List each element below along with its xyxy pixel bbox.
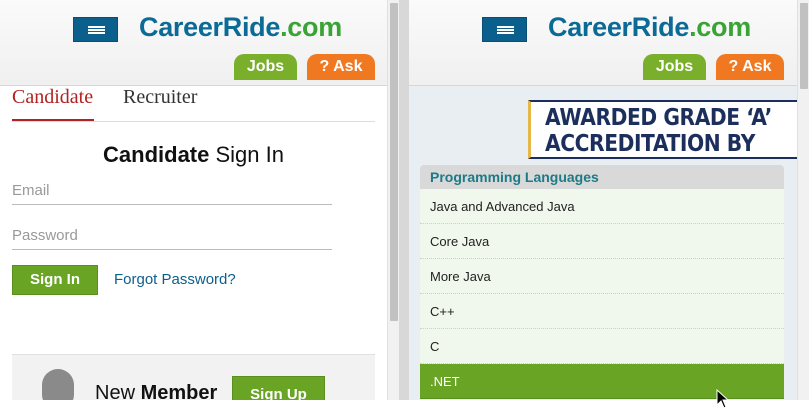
jobs-tab[interactable]: Jobs [643, 54, 706, 80]
ask-tab[interactable]: ? Ask [307, 54, 375, 80]
site-logo[interactable]: CareerRide.com [139, 12, 342, 43]
menu-icon[interactable] [73, 17, 118, 42]
tab-candidate[interactable]: Candidate [12, 86, 95, 121]
list-item[interactable]: Java and Advanced Java [420, 189, 784, 224]
list-item[interactable]: Core Java [420, 224, 784, 259]
panel-heading: Programming Languages [420, 165, 784, 189]
page-title: Candidate Sign In [103, 142, 284, 167]
site-header: CareerRide.com Jobs ? Ask [0, 0, 387, 86]
jobs-tab[interactable]: Jobs [234, 54, 297, 80]
sign-in-button[interactable]: Sign In [12, 265, 98, 295]
ask-tab[interactable]: ? Ask [716, 54, 784, 80]
sign-up-button[interactable]: Sign Up [232, 376, 325, 400]
new-member-label: New Member [95, 382, 218, 400]
accreditation-banner[interactable]: AWARDED GRADE ‘A’ ACCREDITATION BY [528, 100, 797, 159]
mouse-pointer-icon [716, 389, 730, 409]
language-list: Java and Advanced Java Core Java More Java… [420, 189, 784, 399]
left-scrollbar[interactable] [387, 0, 399, 400]
banner-line-2: ACCREDITATION BY [545, 131, 755, 157]
programming-languages-panel: Programming Languages Java and Advanced … [420, 165, 784, 399]
avatar-icon [38, 369, 78, 400]
list-item[interactable]: C++ [420, 294, 784, 329]
email-field[interactable] [12, 176, 332, 205]
candidate-signin-pane: CareerRide.com Jobs ? Ask Candidate Recr… [0, 0, 387, 400]
tab-recruiter[interactable]: Recruiter [123, 86, 197, 121]
menu-icon[interactable] [482, 17, 527, 42]
list-item[interactable]: More Java [420, 259, 784, 294]
list-item[interactable]: C [420, 329, 784, 364]
password-field[interactable] [12, 221, 332, 250]
new-member-box: New Member Sign Up [12, 354, 375, 400]
right-scrollbar[interactable] [797, 0, 809, 400]
banner-line-1: AWARDED GRADE ‘A’ [545, 105, 772, 131]
role-tabs: Candidate Recruiter [12, 86, 375, 122]
site-logo[interactable]: CareerRide.com [548, 12, 751, 43]
site-header: CareerRide.com Jobs ? Ask [409, 0, 797, 86]
pane-divider [399, 0, 409, 400]
programming-languages-pane: CareerRide.com Jobs ? Ask AWARDED GRADE … [409, 0, 797, 400]
forgot-password-link[interactable]: Forgot Password? [114, 271, 236, 288]
